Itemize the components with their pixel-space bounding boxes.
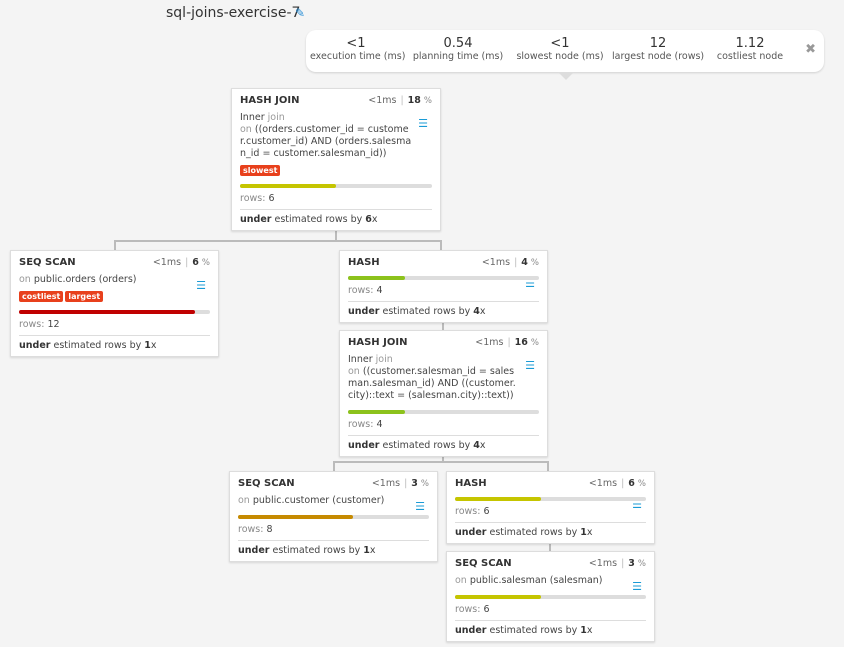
node-type: HASH JOIN <box>240 95 300 106</box>
node-type: SEQ SCAN <box>455 558 512 569</box>
node-header: SEQ SCAN <1ms | 6 % <box>19 257 210 268</box>
badge-costliest: costliest <box>19 291 64 302</box>
join-condition: ((customer.salesman_id = salesman.salesm… <box>348 366 516 401</box>
database-icon[interactable]: ☰ <box>415 500 425 513</box>
node-cost-bar-fill <box>455 595 541 599</box>
node-description: on public.orders (orders) <box>19 274 137 285</box>
node-estimate: under estimated rows by 4x <box>348 435 539 456</box>
node-type: HASH JOIN <box>348 337 408 348</box>
node-description: on public.customer (customer) <box>238 495 385 506</box>
node-cost-bar <box>240 184 432 188</box>
node-rows: rows: 4 <box>348 419 383 430</box>
node-badges: slowest <box>240 165 432 176</box>
node-cost-bar-fill <box>455 497 541 501</box>
node-header: HASH JOIN <1ms | 16 % <box>348 337 539 348</box>
database-icon[interactable]: ☰ <box>525 359 535 372</box>
node-timing: <1ms | 6 % <box>152 257 210 268</box>
database-icon[interactable]: ☰ <box>196 279 206 292</box>
node-cost-bar-fill <box>238 515 353 519</box>
relation-name: public.salesman (salesman) <box>469 575 603 586</box>
node-rows: rows: 12 <box>19 319 60 330</box>
node-estimate: under estimated rows by 4x <box>348 301 539 322</box>
node-header: HASH <1ms | 6 % <box>455 478 646 489</box>
node-description: Inner join on ((customer.salesman_id = sa… <box>348 354 516 401</box>
relation-name: public.orders (orders) <box>33 274 137 285</box>
node-badges: costliest largest <box>19 291 210 302</box>
node-timing: <1ms | 4 % <box>481 257 539 268</box>
node-header: HASH JOIN <1ms | 18 % <box>240 95 432 106</box>
node-cost-bar <box>19 310 210 314</box>
node-header: HASH <1ms | 4 % <box>348 257 539 268</box>
relation-name: public.customer (customer) <box>252 495 385 506</box>
node-timing: <1ms | 16 % <box>475 337 539 348</box>
node-timing: <1ms | 3 % <box>588 558 646 569</box>
node-cost-bar-fill <box>348 276 406 280</box>
node-cost-bar <box>455 595 646 599</box>
node-type: HASH <box>455 478 487 489</box>
database-icon[interactable]: ☰ <box>418 117 428 130</box>
node-header: SEQ SCAN <1ms | 3 % <box>455 558 646 569</box>
node-header: SEQ SCAN <1ms | 3 % <box>238 478 429 489</box>
plan-node-seq-scan[interactable]: SEQ SCAN <1ms | 6 % ☰ on public.orders (ord… <box>10 250 219 357</box>
join-condition: ((orders.customer_id = customer.customer… <box>240 124 412 159</box>
plan-node-seq-scan[interactable]: SEQ SCAN <1ms | 3 % ☰ on public.salesman (s… <box>446 551 655 642</box>
node-timing: <1ms | 18 % <box>368 95 432 106</box>
node-type: SEQ SCAN <box>238 478 295 489</box>
node-estimate: under estimated rows by 6x <box>240 209 432 230</box>
node-rows: rows: 4 <box>348 285 383 296</box>
node-cost-bar-fill <box>348 410 406 414</box>
node-cost-bar <box>348 276 539 280</box>
node-rows: rows: 6 <box>455 506 490 517</box>
badge-largest: largest <box>65 291 104 302</box>
node-estimate: under estimated rows by 1x <box>455 522 646 543</box>
node-timing: <1ms | 3 % <box>371 478 429 489</box>
node-cost-bar <box>348 410 539 414</box>
plan-node-seq-scan[interactable]: SEQ SCAN <1ms | 3 % ☰ on public.customer (c… <box>229 471 438 562</box>
node-cost-bar-fill <box>240 184 336 188</box>
node-description: Inner join on ((orders.customer_id = cust… <box>240 112 412 159</box>
node-rows: rows: 6 <box>240 193 275 204</box>
node-estimate: under estimated rows by 1x <box>19 335 210 356</box>
node-rows: rows: 8 <box>238 524 273 535</box>
badge-slowest: slowest <box>240 165 281 176</box>
plan-node-hash[interactable]: HASH <1ms | 4 % ☰ rows: 4 under estimated r… <box>339 250 548 323</box>
node-type: SEQ SCAN <box>19 257 76 268</box>
plan-node-hash-join[interactable]: HASH JOIN <1ms | 16 % ☰ Inner join on ((cust… <box>339 330 548 457</box>
node-estimate: under estimated rows by 1x <box>455 620 646 641</box>
plan-node-hash-join[interactable]: HASH JOIN <1ms | 18 % ☰ Inner join on ((orde… <box>231 88 441 231</box>
node-rows: rows: 6 <box>455 604 490 615</box>
database-icon[interactable]: ☰ <box>632 580 642 593</box>
plan-node-hash[interactable]: HASH <1ms | 6 % ☰ rows: 6 under estimated r… <box>446 471 655 544</box>
node-cost-bar <box>238 515 429 519</box>
node-timing: <1ms | 6 % <box>588 478 646 489</box>
node-type: HASH <box>348 257 380 268</box>
node-description: on public.salesman (salesman) <box>455 575 603 586</box>
node-cost-bar-fill <box>19 310 195 314</box>
node-estimate: under estimated rows by 1x <box>238 540 429 561</box>
node-cost-bar <box>455 497 646 501</box>
